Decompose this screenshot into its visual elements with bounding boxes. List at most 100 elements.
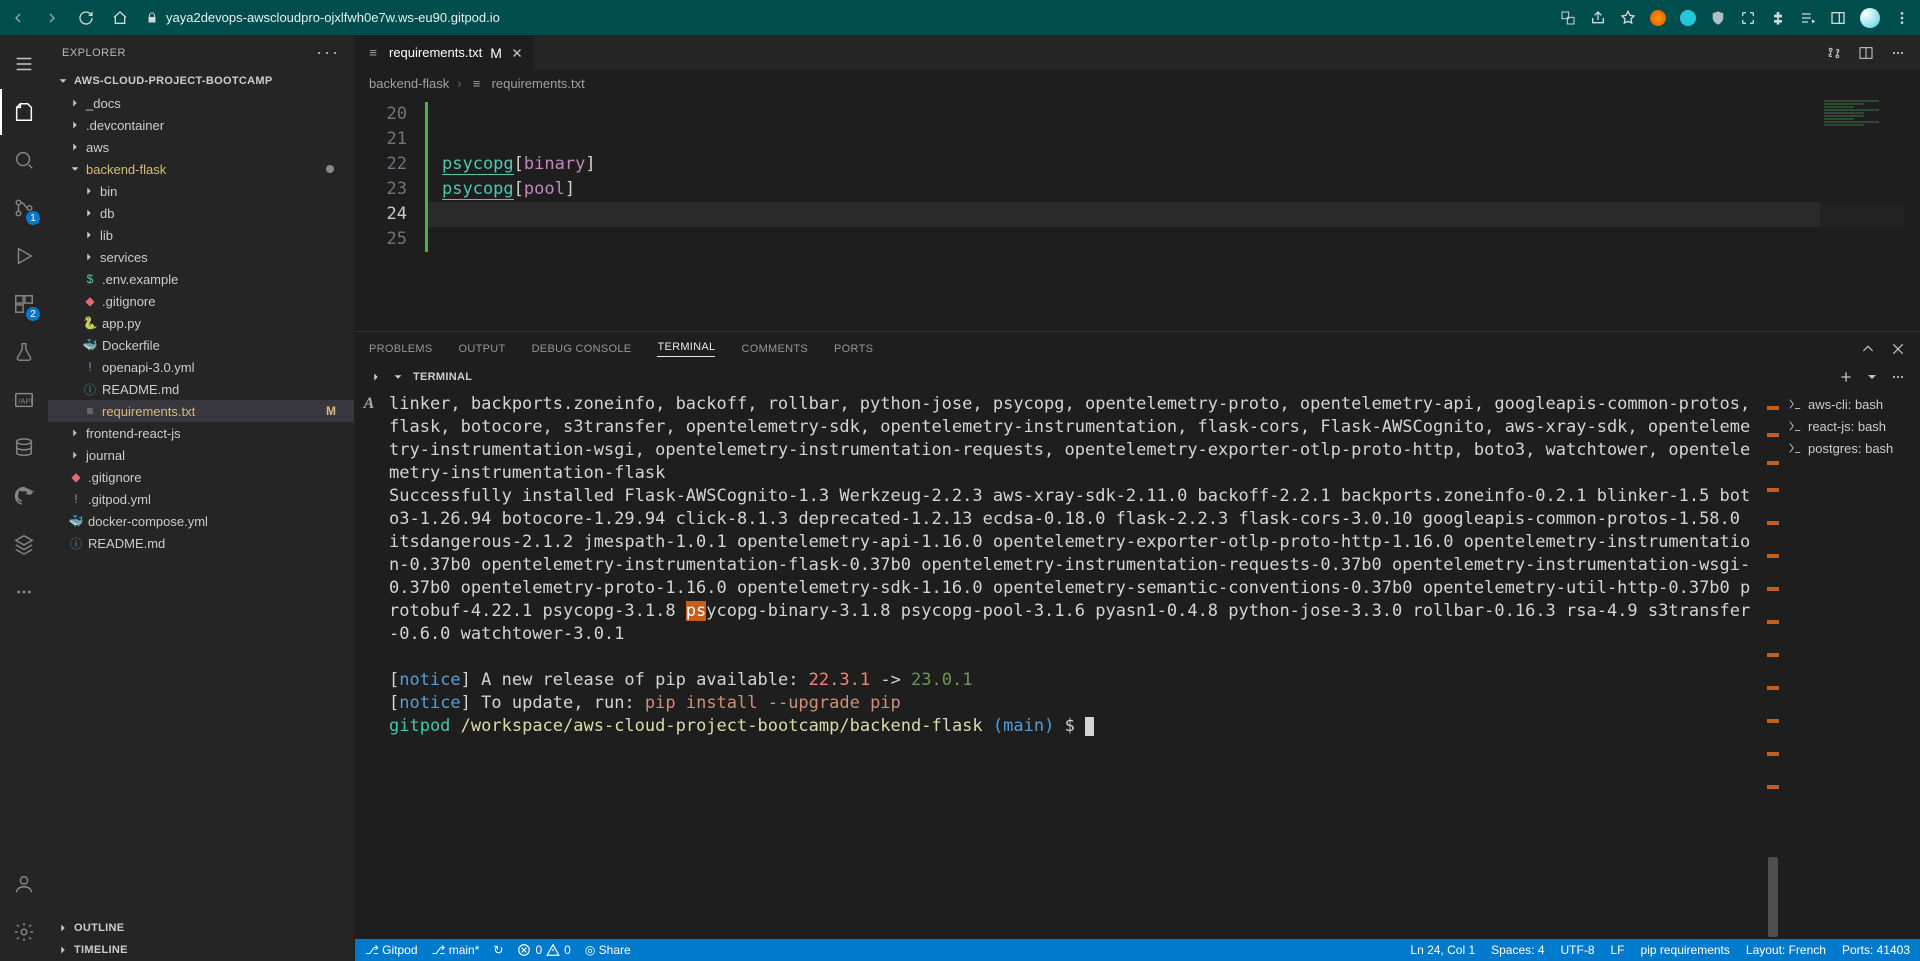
timeline-section[interactable]: TIMELINE: [48, 939, 354, 961]
tab-ports[interactable]: PORTS: [834, 343, 873, 355]
explorer-icon[interactable]: [0, 89, 48, 135]
file-app-py[interactable]: 🐍app.py: [48, 312, 354, 334]
panel-close-icon[interactable]: [1890, 341, 1906, 357]
terminal-scrollbar[interactable]: [1766, 389, 1780, 939]
ext-sphere-icon[interactable]: [1650, 10, 1666, 26]
browser-menu-icon[interactable]: [1894, 10, 1910, 26]
status-encoding[interactable]: UTF-8: [1561, 943, 1595, 957]
status-layout[interactable]: Layout: French: [1746, 943, 1826, 957]
settings-gear-icon[interactable]: [0, 909, 48, 955]
api-icon[interactable]: /API: [0, 377, 48, 423]
project-root[interactable]: AWS-CLOUD-PROJECT-BOOTCAMP: [48, 70, 354, 92]
status-cursor-pos[interactable]: Ln 24, Col 1: [1410, 943, 1475, 957]
github-icon[interactable]: [0, 473, 48, 519]
profile-avatar-icon[interactable]: [1860, 8, 1880, 28]
ext-shield-icon[interactable]: [1710, 10, 1726, 26]
file-openapi-yml[interactable]: !openapi-3.0.yml: [48, 356, 354, 378]
tab-close-icon[interactable]: [510, 46, 524, 60]
terminal-shell-aws-cli[interactable]: aws-cli: bash: [1788, 393, 1912, 415]
test-beaker-icon[interactable]: [0, 329, 48, 375]
scrollbar-thumb[interactable]: [1768, 857, 1778, 937]
terminal-more-icon[interactable]: [1890, 369, 1906, 385]
database-icon[interactable]: [0, 425, 48, 471]
status-branch[interactable]: ⎇ main*: [432, 943, 480, 957]
ext-circle-icon[interactable]: [1680, 10, 1696, 26]
folder-db[interactable]: db: [48, 202, 354, 224]
nav-home-icon[interactable]: [112, 10, 128, 26]
ext-panel-icon[interactable]: [1830, 10, 1846, 26]
address-bar[interactable]: yaya2devops-awscloudpro-ojxlfwh0e7w.ws-e…: [146, 10, 1548, 25]
tab-problems[interactable]: PROBLEMS: [369, 343, 433, 355]
folder-frontend-react-js[interactable]: frontend-react-js: [48, 422, 354, 444]
bookmark-star-icon[interactable]: [1620, 10, 1636, 26]
ext-playlist-icon[interactable]: [1800, 10, 1816, 26]
status-language[interactable]: pip requirements: [1641, 943, 1730, 957]
folder-backend-flask[interactable]: backend-flask: [48, 158, 354, 180]
breadcrumb[interactable]: backend-flask › ≡ requirements.txt: [355, 70, 1920, 96]
menu-icon[interactable]: [0, 41, 48, 87]
split-editor-icon[interactable]: [1858, 45, 1874, 61]
editor-more-icon[interactable]: [1890, 45, 1906, 61]
explorer-more-icon[interactable]: ···: [316, 42, 340, 63]
outline-section[interactable]: OUTLINE: [48, 917, 354, 939]
translate-icon[interactable]: [1560, 10, 1576, 26]
tab-debug-console[interactable]: DEBUG CONSOLE: [532, 343, 632, 355]
breadcrumb-seg-1[interactable]: requirements.txt: [492, 76, 585, 91]
editor[interactable]: 20 21 22 23 24 25 psycopg[binary] psycop…: [355, 96, 1920, 331]
file-readme-backend[interactable]: ⓘREADME.md: [48, 378, 354, 400]
tab-requirements[interactable]: ≡ requirements.txt M: [355, 35, 535, 70]
status-sync-icon[interactable]: ↻: [493, 943, 503, 957]
status-share[interactable]: ◎ Share: [585, 943, 631, 957]
layers-icon[interactable]: [0, 521, 48, 567]
terminal-output[interactable]: linker, backports.zoneinfo, backoff, rol…: [383, 389, 1766, 939]
ext-puzzle-icon[interactable]: [1770, 10, 1786, 26]
terminal-gutter: A: [355, 389, 383, 939]
nav-forward-icon[interactable]: [44, 10, 60, 26]
file-dockerfile[interactable]: 🐳Dockerfile: [48, 334, 354, 356]
terminal-shell-postgres[interactable]: postgres: bash: [1788, 437, 1912, 459]
breadcrumb-seg-0[interactable]: backend-flask: [369, 76, 449, 91]
status-problems[interactable]: 0 0: [517, 943, 570, 957]
file-gitignore-root[interactable]: ◆.gitignore: [48, 466, 354, 488]
terminal-split-dropdown-icon[interactable]: [1864, 369, 1880, 385]
compare-changes-icon[interactable]: [1826, 45, 1842, 61]
share-icon[interactable]: [1590, 10, 1606, 26]
tab-terminal[interactable]: TERMINAL: [657, 341, 715, 357]
nav-reload-icon[interactable]: [78, 10, 94, 26]
folder-services[interactable]: services: [48, 246, 354, 268]
file-gitpod-yml[interactable]: !.gitpod.yml: [48, 488, 354, 510]
terminal-shell-react-js[interactable]: react-js: bash: [1788, 415, 1912, 437]
search-icon[interactable]: [0, 137, 48, 183]
terminal-group-header[interactable]: TERMINAL: [355, 365, 1920, 389]
folder-bin[interactable]: bin: [48, 180, 354, 202]
file-requirements[interactable]: ≡ requirements.txt M: [48, 400, 354, 422]
terminal-line: Successfully installed Flask-AWSCognito-…: [389, 485, 1760, 646]
extensions-icon[interactable]: 2: [0, 281, 48, 327]
status-indent[interactable]: Spaces: 4: [1491, 943, 1544, 957]
folder-docs[interactable]: _docs: [48, 92, 354, 114]
account-icon[interactable]: [0, 861, 48, 907]
ext-frame-icon[interactable]: [1740, 10, 1756, 26]
tab-comments[interactable]: COMMENTS: [741, 343, 808, 355]
file-gitignore[interactable]: ◆.gitignore: [48, 290, 354, 312]
status-ports[interactable]: Ports: 41403: [1842, 943, 1910, 957]
run-debug-icon[interactable]: [0, 233, 48, 279]
status-eol[interactable]: LF: [1611, 943, 1625, 957]
nav-back-icon[interactable]: [10, 10, 26, 26]
source-control-icon[interactable]: 1: [0, 185, 48, 231]
folder-devcontainer[interactable]: .devcontainer: [48, 114, 354, 136]
more-icon[interactable]: [0, 569, 48, 615]
ai-assist-icon[interactable]: A: [364, 395, 375, 413]
file-env-example[interactable]: $.env.example: [48, 268, 354, 290]
file-readme-root[interactable]: ⓘREADME.md: [48, 532, 354, 554]
file-docker-compose[interactable]: 🐳docker-compose.yml: [48, 510, 354, 532]
status-gitpod[interactable]: ⎇ Gitpod: [365, 943, 418, 957]
minimap[interactable]: [1820, 96, 1920, 331]
tab-output[interactable]: OUTPUT: [459, 343, 506, 355]
folder-journal[interactable]: journal: [48, 444, 354, 466]
new-terminal-icon[interactable]: [1838, 369, 1854, 385]
panel-maximize-icon[interactable]: [1860, 341, 1876, 357]
folder-lib[interactable]: lib: [48, 224, 354, 246]
code-area[interactable]: psycopg[binary] psycopg[pool]: [425, 96, 1920, 331]
folder-aws[interactable]: aws: [48, 136, 354, 158]
